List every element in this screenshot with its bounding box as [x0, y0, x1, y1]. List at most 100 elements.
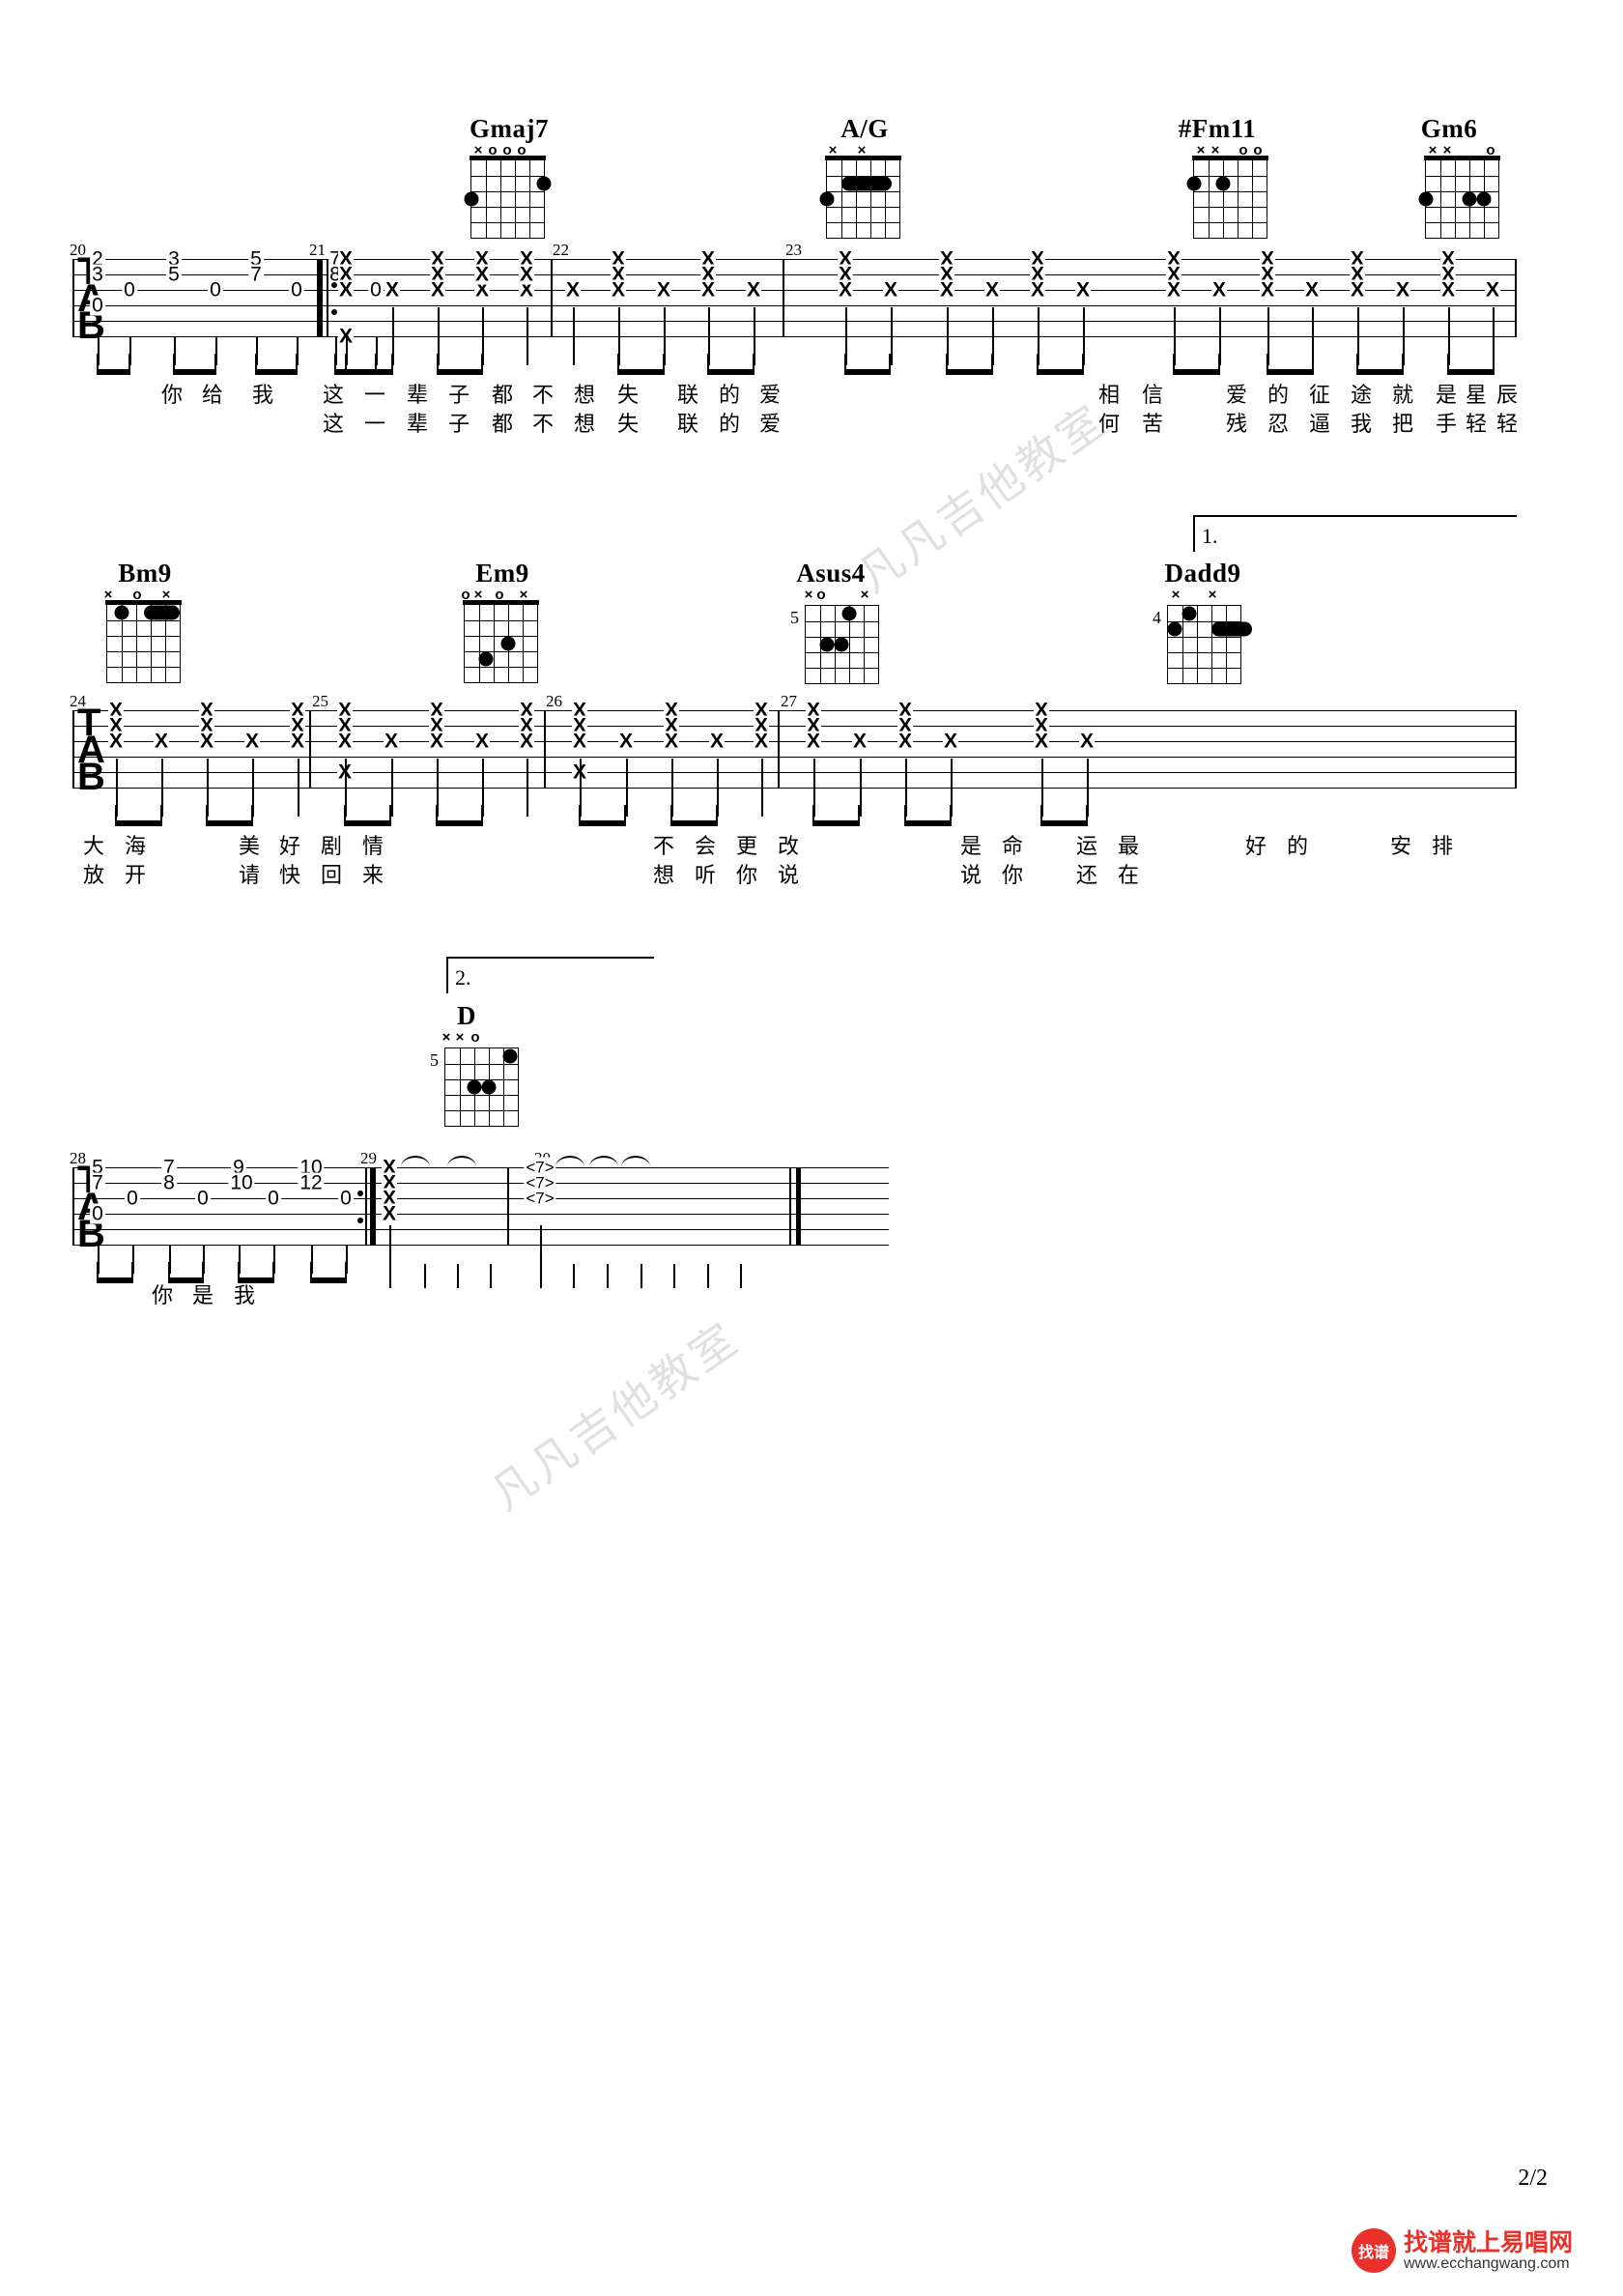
site-logo[interactable]: 找谱 找谱就上易唱网 www.ecchangwang.com [1351, 2228, 1573, 2273]
muted-note: X [1165, 278, 1182, 301]
muted-note: X [1349, 278, 1366, 301]
chord-name-gmaj7: Gmaj7 [470, 114, 549, 143]
lyric-syllable: 剧 [320, 835, 343, 859]
rhythm-beam [344, 805, 391, 826]
muted-note: X [571, 730, 588, 753]
lyric-syllable: 请 [238, 864, 261, 888]
lyric-syllable: 快 [278, 864, 301, 888]
muted-note: X [337, 278, 355, 301]
lyric-syllable: 把 [1391, 413, 1414, 437]
open-marks-asus4: × o × [768, 588, 894, 603]
rhythm-beam [946, 354, 993, 375]
chord-grid-d: × × o 5 [404, 1030, 529, 1136]
tab-note: 5 [166, 263, 182, 286]
measure-number: 28 [70, 1149, 86, 1167]
lyric-syllable: 安 [1389, 835, 1412, 859]
brand-url: www.ecchangwang.com [1403, 2254, 1570, 2272]
fretboard-em9 [463, 600, 539, 683]
lyric-syllable: 都 [491, 384, 514, 408]
tab-note: 0 [338, 1187, 354, 1210]
open-marks-dadd9: × × [1140, 588, 1266, 603]
muted-note: X [383, 730, 400, 753]
chord-diagram-bm9: Bm9 × o × [82, 559, 208, 694]
measure-number: 23 [785, 241, 802, 259]
chord-diagram-gmaj7: Gmaj7 × o o o [446, 114, 572, 249]
watermark-2: 凡凡吉他教室 [481, 1311, 750, 1521]
lyric-syllable: 美 [238, 835, 261, 859]
barre-bar [841, 176, 892, 191]
chord-diagram-fsharp-m11: #Fm11 × × o o [1154, 114, 1280, 249]
fretboard-gm6 [1418, 156, 1500, 239]
rhythm-beam [1447, 354, 1495, 375]
rhythm-beam [436, 805, 483, 826]
measure-number: 20 [70, 241, 86, 259]
lyric-syllable: 何 [1097, 413, 1121, 437]
lyric-syllable: 改 [777, 835, 800, 859]
lyric-syllable: 一 [363, 384, 386, 408]
lyric-syllable: 失 [616, 384, 640, 408]
nut [1424, 156, 1500, 160]
nut [1192, 156, 1268, 160]
muted-note: X [753, 730, 770, 753]
tab-note: 12 [298, 1171, 325, 1194]
lyric-syllable: 想 [652, 864, 675, 888]
chord-name-d: D [457, 1001, 476, 1030]
lyric-syllable: 失 [616, 413, 640, 437]
muted-note: X [473, 263, 491, 286]
muted-note: X [198, 730, 215, 753]
measure-number: 25 [312, 692, 328, 710]
lyric-syllable: 听 [694, 864, 717, 888]
lyric-syllable: 说 [959, 864, 982, 888]
sheet-music-page: 凡凡吉他教室 凡凡吉他教室 Gmaj7 × o o o A/G × × #Fm1… [0, 0, 1623, 2296]
muted-note: X [1394, 278, 1411, 301]
muted-note: X [610, 278, 627, 301]
tab-note: 0 [208, 278, 223, 301]
lyric-syllable: 你 [735, 864, 758, 888]
chord-diagram-a-over-g: A/G × × [802, 114, 927, 249]
lyric-syllable: 联 [676, 413, 699, 437]
finger-dot [481, 1079, 497, 1095]
chord-name-asus4: Asus4 [796, 559, 866, 588]
lyric-syllable: 大 [82, 835, 105, 859]
volta-bracket-1: 1. [1193, 515, 1517, 552]
finger-dot [819, 191, 835, 207]
finger-dot [1462, 191, 1477, 207]
lyric-syllable: 逼 [1308, 413, 1331, 437]
lyric-syllable: 好 [278, 835, 301, 859]
muted-note: X [473, 730, 491, 753]
nut [825, 156, 901, 160]
lyric-syllable: 我 [1350, 413, 1373, 437]
tab-note: 7 [90, 1171, 105, 1194]
open-string-icon: o [470, 1029, 480, 1046]
open-string-icon: o [816, 587, 826, 603]
lyric-syllable: 你 [1001, 864, 1024, 888]
finger-dot [467, 1079, 482, 1095]
muted-note: X [429, 278, 446, 301]
lyric-syllable: 征 [1308, 384, 1331, 408]
muted-note: X [153, 730, 170, 753]
volta-bracket-2: 2. [446, 957, 654, 993]
tab-note: 0 [122, 278, 137, 301]
tab-note: 10 [228, 1171, 255, 1194]
lyric-syllable: 给 [201, 384, 224, 408]
muted-note: X [289, 730, 306, 753]
lyric-syllable: 运 [1075, 835, 1098, 859]
lyric-syllable: 你 [160, 384, 184, 408]
finger-dot [1418, 191, 1434, 207]
lyric-syllable: 排 [1431, 835, 1454, 859]
slur [401, 1156, 430, 1167]
slur [621, 1156, 650, 1167]
repeat-dot [331, 309, 337, 315]
lyric-syllable: 情 [361, 835, 384, 859]
lyric-syllable: 手 [1435, 413, 1458, 437]
volta-label: 1. [1202, 524, 1218, 548]
chord-name-fsharp-m11: #Fm11 [1178, 114, 1257, 143]
chord-grid-bm9: × o × [82, 588, 208, 694]
muted-note: X [617, 730, 635, 753]
mute-mark-icon: × [1171, 587, 1181, 603]
chord-grid-asus4: × o × 5 [768, 588, 894, 694]
rhythm-beam [617, 354, 665, 375]
chord-diagram-em9: Em9 o × o × [440, 559, 565, 694]
chord-grid-gmaj7: × o o o [446, 143, 572, 249]
tab-note: 0 [289, 278, 304, 301]
